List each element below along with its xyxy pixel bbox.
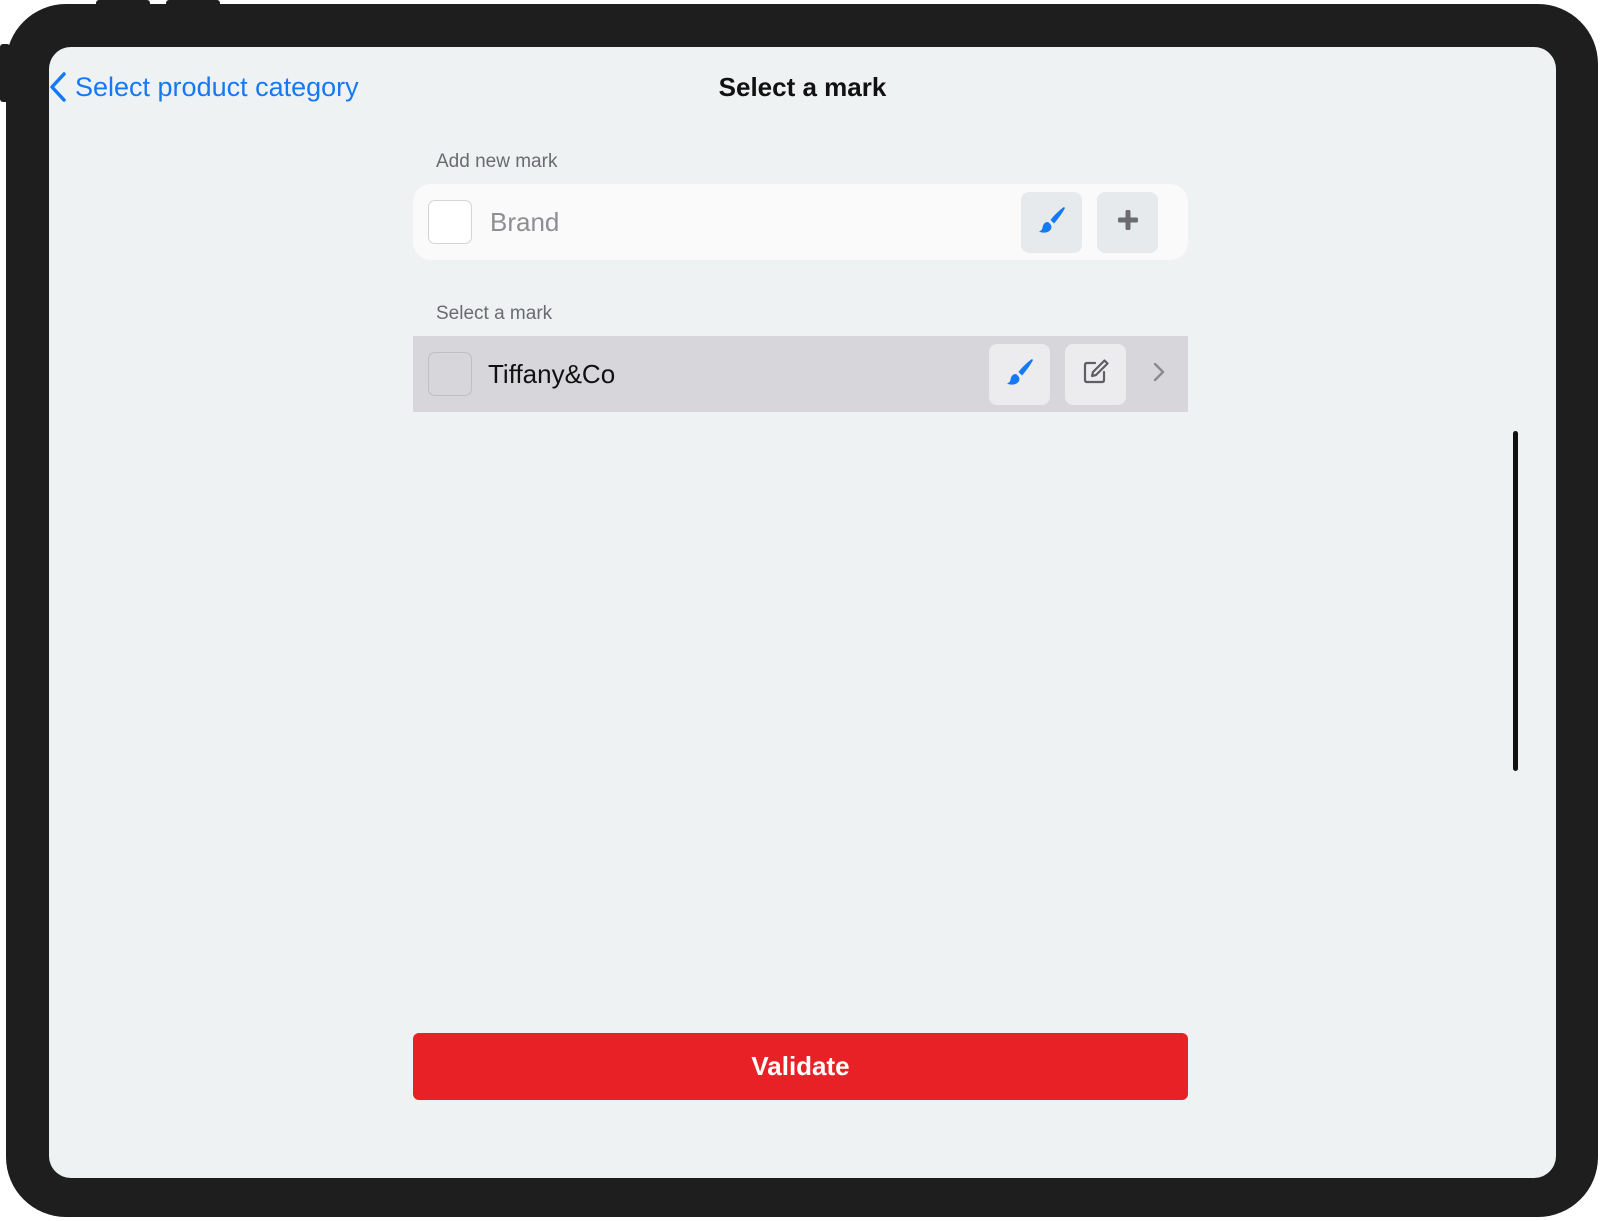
add-mark-section-label: Add new mark: [436, 151, 558, 172]
paintbrush-icon: [1005, 357, 1035, 392]
chevron-left-icon: [49, 71, 67, 103]
chevron-right-icon: [1153, 362, 1165, 387]
brand-input[interactable]: [488, 196, 1021, 248]
edit-button[interactable]: [1065, 343, 1126, 405]
power-button: [0, 44, 10, 102]
select-mark-section-label: Select a mark: [436, 303, 553, 324]
paintbrush-icon: [1037, 205, 1067, 240]
mark-list-item[interactable]: Tiffany&Co: [413, 336, 1188, 412]
scrollbar[interactable]: [1513, 431, 1518, 771]
edit-icon: [1082, 358, 1110, 391]
app-screen: Select product category Select a mark Ad…: [49, 47, 1556, 1178]
mark-name: Tiffany&Co: [488, 358, 616, 389]
add-mark-card: [413, 184, 1188, 260]
volume-down-button: [166, 0, 220, 8]
color-swatch[interactable]: [428, 200, 472, 244]
disclosure-button[interactable]: [1148, 354, 1170, 394]
volume-up-button: [96, 0, 150, 8]
color-picker-button[interactable]: [989, 343, 1050, 405]
color-picker-button[interactable]: [1021, 191, 1082, 253]
color-swatch[interactable]: [428, 352, 472, 396]
validate-button[interactable]: Validate: [413, 1033, 1188, 1100]
back-label: Select product category: [75, 71, 359, 102]
add-mark-button[interactable]: [1097, 191, 1158, 253]
plus-icon: [1117, 209, 1139, 236]
back-button[interactable]: Select product category: [49, 69, 359, 105]
